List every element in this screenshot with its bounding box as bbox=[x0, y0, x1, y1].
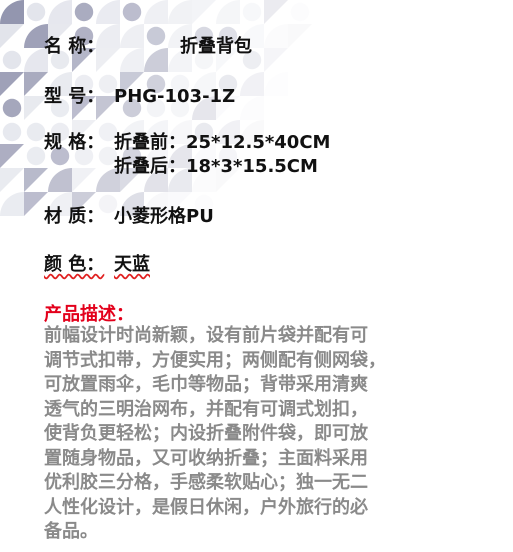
spec-model-row: 型 号： PHG-103-1Z bbox=[44, 86, 235, 108]
spec-name-label: 名 称： bbox=[44, 36, 105, 57]
spec-size-after-row: 折叠后：18*3*15.5CM bbox=[114, 156, 318, 178]
description-line: 前幅设计时尚新颖，设有前片袋并配有可 bbox=[44, 325, 368, 346]
pattern-circle bbox=[74, 2, 94, 22]
description-line: 使背负更轻松；内设折叠附件袋，即可放 bbox=[44, 423, 368, 444]
pattern-arc bbox=[240, 96, 264, 120]
description-line: 备品。 bbox=[44, 521, 98, 542]
spec-material-value: 小菱形格PU bbox=[114, 206, 214, 227]
spec-model-label: 型 号： bbox=[44, 86, 105, 107]
pattern-triangle bbox=[288, 24, 312, 48]
pattern-triangle bbox=[0, 24, 24, 48]
pattern-circle bbox=[2, 98, 22, 118]
spec-size-before: 折叠前：25*12.5*40CM bbox=[114, 132, 331, 153]
spec-material-row: 材 质： 小菱形格PU bbox=[44, 206, 214, 228]
pattern-circle bbox=[242, 2, 262, 22]
pattern-arc bbox=[216, 0, 240, 24]
spec-model-value: PHG-103-1Z bbox=[114, 86, 236, 107]
spec-color-value: 天蓝 bbox=[114, 254, 150, 275]
pattern-circle bbox=[26, 2, 46, 22]
pattern-triangle bbox=[192, 0, 216, 24]
pattern-triangle bbox=[72, 168, 96, 192]
pattern-triangle bbox=[264, 48, 288, 72]
pattern-circle bbox=[26, 146, 46, 166]
pattern-arc bbox=[144, 0, 168, 24]
description-line: 置随身物品，又可收纳折叠；主面料采用 bbox=[44, 447, 368, 469]
decorative-background-pattern bbox=[0, 0, 312, 216]
pattern-triangle bbox=[264, 0, 288, 24]
description-line: 可放置雨伞，毛巾等物品；背带采用清爽 bbox=[44, 374, 368, 395]
pattern-triangle bbox=[0, 72, 24, 96]
pattern-arc bbox=[0, 192, 24, 216]
description-heading: 产品描述： bbox=[44, 304, 134, 325]
spec-color-row: 颜 色： 天蓝 bbox=[44, 254, 150, 276]
description-line: 人性化设计，是假日休闲，户外旅行的必 bbox=[44, 496, 368, 518]
pattern-arc bbox=[168, 0, 192, 24]
description-line: 优利胶三分格，手感柔软贴心；独一无二 bbox=[44, 472, 368, 493]
spec-size-after: 折叠后：18*3*15.5CM bbox=[114, 156, 318, 177]
spec-size-row: 规 格： 折叠前：25*12.5*40CM bbox=[44, 132, 330, 154]
pattern-circle bbox=[122, 2, 142, 22]
pattern-circle bbox=[26, 122, 46, 142]
pattern-triangle bbox=[0, 168, 24, 192]
pattern-arc bbox=[264, 24, 288, 48]
pattern-arc bbox=[96, 0, 120, 24]
spec-material-label: 材 质： bbox=[44, 206, 105, 227]
spec-color-label: 颜 色： bbox=[44, 254, 105, 275]
pattern-circle bbox=[290, 2, 310, 22]
spec-size-label: 规 格： bbox=[44, 132, 105, 153]
pattern-arc bbox=[264, 72, 288, 96]
pattern-arc bbox=[48, 168, 72, 192]
pattern-arc bbox=[0, 0, 24, 24]
pattern-triangle bbox=[0, 144, 24, 168]
pattern-arc bbox=[48, 0, 72, 24]
pattern-triangle bbox=[24, 168, 48, 192]
description-line: 调节式扣带，方便实用；两侧配有侧网袋， bbox=[44, 349, 386, 371]
description-line: 透气的三明治网布，并配有可调式划扣， bbox=[44, 398, 368, 420]
spec-name-value: 折叠背包 bbox=[180, 36, 252, 57]
pattern-circle bbox=[2, 50, 22, 70]
description-text: 前幅设计时尚新颖，设有前片袋并配有可 调节式扣带，方便实用；两侧配有侧网袋， 可… bbox=[44, 324, 386, 545]
spec-name-row: 名 称： 折叠背包 bbox=[44, 36, 252, 58]
pattern-circle bbox=[2, 122, 22, 142]
pattern-arc bbox=[240, 72, 264, 96]
